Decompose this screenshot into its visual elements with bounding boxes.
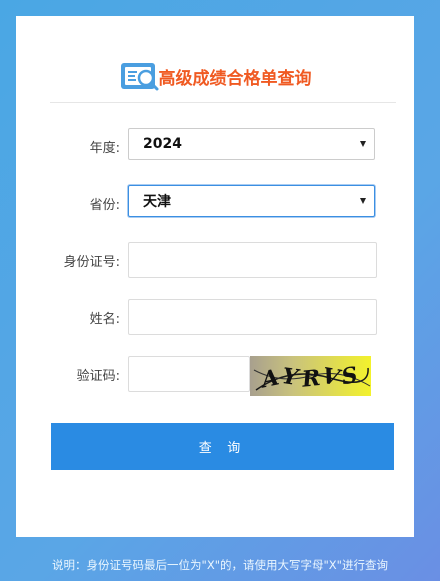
page-title: 高级成绩合格单查询 <box>158 68 312 89</box>
chevron-down-icon <box>360 198 366 204</box>
name-input[interactable] <box>128 299 377 335</box>
year-label: 年度: <box>89 140 120 156</box>
form-card: 高级成绩合格单查询 年度: 2024 省份: 天津 身份证号: 姓名: 验证码: <box>16 16 414 537</box>
captcha-input[interactable] <box>128 356 250 392</box>
name-row: 姓名: <box>16 299 414 335</box>
id-number-label: 身份证号: <box>63 254 120 270</box>
year-select[interactable]: 2024 <box>128 128 375 160</box>
id-number-input[interactable] <box>128 242 377 278</box>
captcha-graphic: A Y R V S <box>253 362 371 394</box>
id-number-row: 身份证号: <box>16 242 414 278</box>
header-divider <box>50 102 396 103</box>
svg-text:A: A <box>257 364 281 393</box>
province-select[interactable]: 天津 <box>128 185 375 217</box>
captcha-row: 验证码: A Y R V S <box>16 356 414 396</box>
footer-note: 说明：身份证号码最后一位为"X"的，请使用大写字母"X"进行查询 <box>52 558 388 572</box>
page-header: 高级成绩合格单查询 <box>16 56 414 96</box>
svg-text:Y: Y <box>280 363 301 391</box>
svg-text:S: S <box>340 362 360 390</box>
captcha-image[interactable]: A Y R V S <box>250 356 371 396</box>
captcha-label: 验证码: <box>76 368 120 384</box>
province-select-value: 天津 <box>143 194 171 210</box>
year-select-value: 2024 <box>143 136 182 152</box>
svg-text:R: R <box>300 365 322 393</box>
chevron-down-icon <box>360 141 366 147</box>
search-document-icon <box>120 63 158 91</box>
province-label: 省份: <box>89 197 120 213</box>
name-label: 姓名: <box>89 311 120 327</box>
search-button[interactable]: 查 询 <box>51 423 394 470</box>
year-row: 年度: 2024 <box>16 128 414 164</box>
province-row: 省份: 天津 <box>16 185 414 221</box>
